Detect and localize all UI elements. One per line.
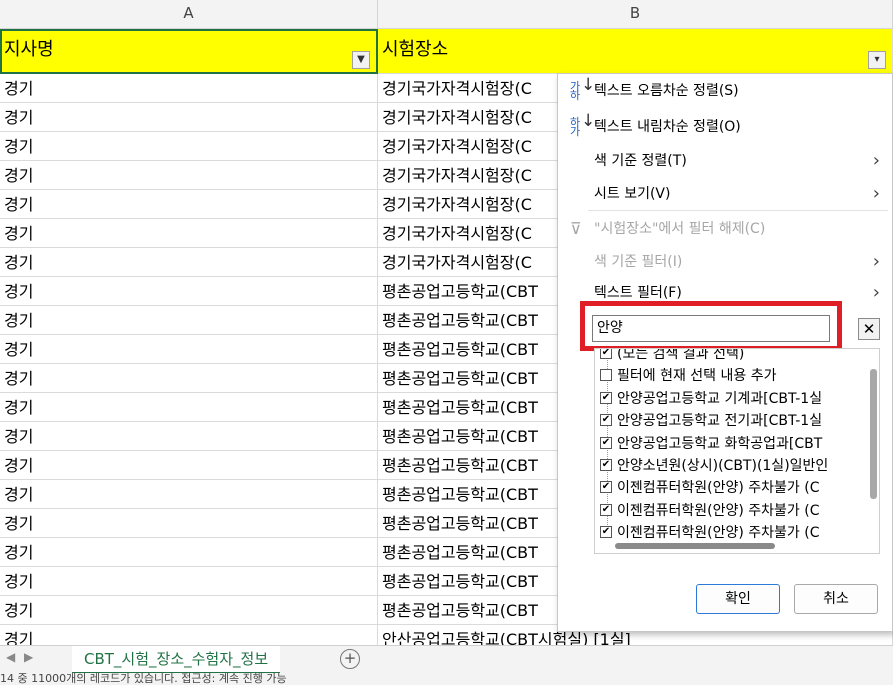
menu-label: "시험장소"에서 필터 해제(C) <box>594 221 766 237</box>
filter-item-label: 이젠컴퓨터학원(안양) 주차불가 (C <box>617 525 820 542</box>
cell-branch[interactable]: 경기 <box>0 596 378 625</box>
checkbox-checked-icon[interactable]: ✔ <box>600 459 612 471</box>
menu-clear-filter[interactable]: ⊽ "시험장소"에서 필터 해제(C) <box>558 213 892 245</box>
filter-list-item[interactable]: ✔ 이젠컴퓨터학원(안양) 주차불가 (C <box>600 522 820 544</box>
cancel-button[interactable]: 취소 <box>794 584 878 614</box>
filter-list-item[interactable]: ✔ 안양소년원(상시)(CBT)(1실)일반인 <box>600 455 829 477</box>
menu-text-filter[interactable]: 텍스트 필터(F) › <box>558 277 892 309</box>
cell-branch[interactable]: 경기 <box>0 103 378 132</box>
menu-label: 텍스트 필터(F) <box>594 285 682 301</box>
list-horizontal-scrollbar[interactable] <box>615 543 775 549</box>
cell-branch[interactable]: 경기 <box>0 567 378 596</box>
cell-branch[interactable]: 경기 <box>0 393 378 422</box>
menu-label: 색 기준 필터(I) <box>594 254 683 270</box>
menu-sort-ascending[interactable]: 가 하 ↓ 텍스트 오름차순 정렬(S) <box>558 75 892 107</box>
chevron-right-icon: › <box>872 251 880 272</box>
cell-branch[interactable]: 경기 <box>0 248 378 277</box>
filter-item-label: (모든 검색 결과 선택) <box>617 348 745 362</box>
cell-branch[interactable]: 경기 <box>0 538 378 567</box>
column-header-b[interactable]: B <box>378 0 893 28</box>
sort-descending-icon: 하 가 ↓ <box>570 111 596 138</box>
list-vertical-scrollbar[interactable] <box>870 369 877 499</box>
header-cell-venue[interactable]: 시험장소 ▾ <box>378 29 893 74</box>
tab-scroll-right-icon[interactable]: ▶ <box>24 650 33 664</box>
cell-branch[interactable]: 경기 <box>0 364 378 393</box>
checkbox-checked-icon[interactable]: ✔ <box>600 526 612 539</box>
checkbox-checked-icon[interactable]: ✔ <box>600 436 612 449</box>
menu-sheet-view[interactable]: 시트 보기(V) › <box>558 178 892 210</box>
column-header-a[interactable]: A <box>0 0 378 28</box>
filter-list-item[interactable]: ✔ 이젠컴퓨터학원(안양) 주차불가 (C <box>600 500 820 522</box>
ok-button[interactable]: 확인 <box>696 584 780 614</box>
cell-branch[interactable]: 경기 <box>0 132 378 161</box>
filter-item-label: 이젠컴퓨터학원(안양) 주차불가 (C <box>617 480 820 497</box>
filter-item-label: 안양공업고등학교 화학공업과[CBT <box>617 435 823 452</box>
checkbox-unchecked-icon[interactable] <box>600 369 612 382</box>
menu-sort-descending[interactable]: 하 가 ↓ 텍스트 내림차순 정렬(O) <box>558 111 892 143</box>
tab-scroll-left-icon[interactable]: ◀ <box>6 650 15 664</box>
cell-branch[interactable]: 경기 <box>0 190 378 219</box>
menu-label: 시트 보기(V) <box>594 186 671 202</box>
status-text: 14 중 11000개의 레코드가 있습니다. 접근성: 계속 진행 가능 <box>0 673 287 685</box>
cell-branch[interactable]: 경기 <box>0 161 378 190</box>
cell-branch[interactable]: 경기 <box>0 219 378 248</box>
menu-label: 텍스트 오름차순 정렬(S) <box>594 83 739 99</box>
filter-value-list: ✔ (모든 검색 결과 선택) 필터에 현재 선택 내용 추가 ✔ 안양공업고등학교 기… <box>594 348 880 554</box>
cell-branch[interactable]: 경기 <box>0 306 378 335</box>
menu-label: 색 기준 정렬(T) <box>594 153 687 169</box>
clear-filter-icon: ⊽ <box>570 219 582 238</box>
menu-label: 텍스트 내림차순 정렬(O) <box>594 119 741 135</box>
checkbox-checked-icon[interactable]: ✔ <box>600 414 612 427</box>
checkbox-checked-icon[interactable]: ✔ <box>600 481 612 494</box>
menu-color-filter[interactable]: 색 기준 필터(I) › <box>558 246 892 278</box>
filter-item-label: 안양공업고등학교 기계과[CBT-1실 <box>617 390 823 407</box>
filter-search-input[interactable]: 안양 <box>592 315 830 342</box>
table-header-row: 지사명 ▼ 시험장소 ▾ <box>0 29 893 74</box>
chevron-right-icon: › <box>872 150 880 171</box>
checkbox-checked-icon[interactable]: ✔ <box>600 503 612 516</box>
sheet-tab[interactable]: CBT_시험_장소_수험자_정보 <box>72 646 281 675</box>
cell-branch[interactable]: 경기 <box>0 74 378 103</box>
filter-item-label: 이젠컴퓨터학원(안양) 주차불가 (C <box>617 502 820 519</box>
cell-branch[interactable]: 경기 <box>0 277 378 306</box>
filter-list-item[interactable]: ✔ 안양공업고등학교 화학공업과[CBT <box>600 433 823 455</box>
filter-list-item[interactable]: ✔ (모든 검색 결과 선택) <box>600 348 745 365</box>
checkbox-checked-icon[interactable]: ✔ <box>600 391 612 404</box>
filter-list-item[interactable]: 필터에 현재 선택 내용 추가 <box>600 365 777 387</box>
header-label-venue: 시험장소 <box>382 39 449 60</box>
filter-item-label: 안양소년원(상시)(CBT)(1실)일반인 <box>617 458 829 474</box>
sort-ascending-icon: 가 하 ↓ <box>570 75 596 102</box>
cell-branch[interactable]: 경기 <box>0 335 378 364</box>
filter-item-label: 필터에 현재 선택 내용 추가 <box>617 368 777 385</box>
header-cell-branch[interactable]: 지사명 ▼ <box>0 29 378 74</box>
filter-list-item[interactable]: ✔ 안양공업고등학교 전기과[CBT-1실 <box>600 410 823 432</box>
menu-sort-by-color[interactable]: 색 기준 정렬(T) › <box>558 145 892 177</box>
filter-item-label: 안양공업고등학교 전기과[CBT-1실 <box>617 413 823 430</box>
checkbox-checked-icon[interactable]: ✔ <box>600 349 612 359</box>
filter-list-item[interactable]: ✔ 이젠컴퓨터학원(안양) 주차불가 (C <box>600 477 820 499</box>
filter-dropdown-button[interactable]: ▾ <box>868 51 886 69</box>
menu-divider <box>588 210 888 211</box>
filter-list-item[interactable]: ✔ 안양공업고등학교 기계과[CBT-1실 <box>600 388 823 410</box>
cell-branch[interactable]: 경기 <box>0 480 378 509</box>
cell-branch[interactable]: 경기 <box>0 422 378 451</box>
status-bar: 14 중 11000개의 레코드가 있습니다. 접근성: 계속 진행 가능 <box>0 673 893 685</box>
autofilter-dropdown: 가 하 ↓ 텍스트 오름차순 정렬(S) 하 가 ↓ 텍스트 내림차순 정렬(O) 색 … <box>557 73 893 632</box>
chevron-right-icon: › <box>872 282 880 303</box>
cell-branch[interactable]: 경기 <box>0 451 378 480</box>
cell-branch[interactable]: 경기 <box>0 509 378 538</box>
chevron-right-icon: › <box>872 183 880 204</box>
column-header-row: A B <box>0 0 893 29</box>
header-label-branch: 지사명 <box>4 39 54 60</box>
clear-search-icon[interactable]: ✕ <box>858 318 880 340</box>
sheet-tab-bar: ◀ ▶ CBT_시험_장소_수험자_정보 + <box>0 645 893 675</box>
filter-active-icon[interactable]: ▼ <box>352 51 370 69</box>
add-sheet-icon[interactable]: + <box>340 649 360 669</box>
